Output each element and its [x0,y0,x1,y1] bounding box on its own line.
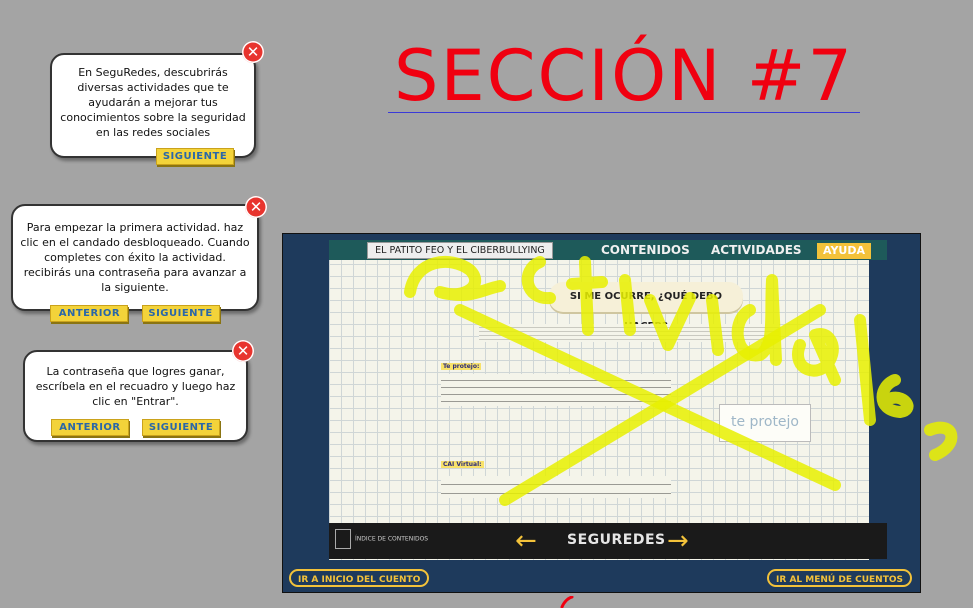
stroke-s [924,421,958,461]
stroke-v [644,292,696,351]
stroke-c [521,256,556,304]
stroke-i [619,274,636,336]
stroke-t [566,256,608,336]
stroke-a [404,256,506,301]
stroke-a2 [792,328,841,386]
stroke-d2 [854,314,876,426]
stroke-e [876,374,914,418]
stroke-i2 [706,294,724,356]
handwriting-annotation [404,256,958,506]
red-mark-fragment [560,596,574,608]
